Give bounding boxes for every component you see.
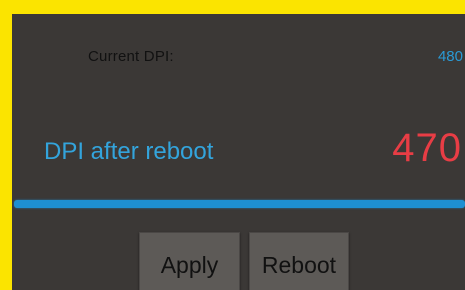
dpi-after-reboot-label: DPI after reboot [44, 138, 214, 165]
dpi-slider[interactable] [14, 200, 465, 208]
dpi-after-reboot-value: 470 [392, 126, 462, 170]
current-dpi-value: 480 [437, 48, 463, 65]
dpi-settings-panel: Current DPI: 480 DPI after reboot 470 Ap… [12, 14, 465, 290]
screenshot-frame: Current DPI: 480 DPI after reboot 470 Ap… [0, 0, 465, 290]
apply-button[interactable]: Apply [139, 232, 240, 290]
current-dpi-label: Current DPI: [88, 48, 174, 65]
reboot-button[interactable]: Reboot [249, 232, 349, 290]
